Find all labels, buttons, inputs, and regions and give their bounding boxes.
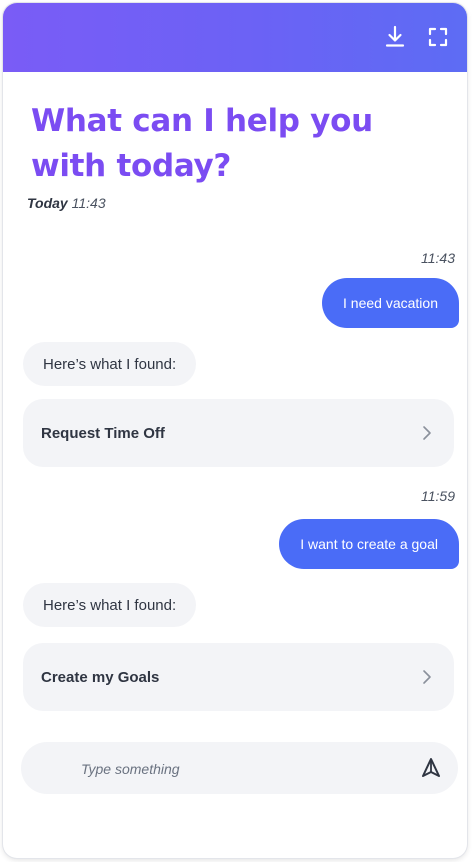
page-title: What can I help you with today? — [31, 103, 373, 184]
date-label: Today — [27, 195, 68, 211]
date-time: 11:43 — [71, 195, 106, 211]
result-card-label: Create my Goals — [41, 668, 160, 686]
message-timestamp: 11:43 — [421, 250, 455, 266]
chat-header — [3, 3, 467, 72]
download-icon — [385, 25, 405, 47]
send-button[interactable] — [419, 756, 443, 780]
date-line: Today 11:43 — [27, 195, 106, 211]
send-icon — [422, 758, 440, 777]
user-message-bubble: I need vacation — [322, 278, 459, 328]
chevron-right-icon — [423, 426, 431, 440]
chevron-right-icon — [423, 670, 431, 684]
result-card-create-goals[interactable]: Create my Goals — [23, 643, 454, 711]
fullscreen-button[interactable] — [424, 23, 452, 51]
result-card-request-time-off[interactable]: Request Time Off — [23, 399, 454, 467]
message-timestamp: 11:59 — [421, 488, 455, 504]
user-message-bubble: I want to create a goal — [279, 519, 459, 569]
fullscreen-icon — [428, 27, 448, 47]
chat-window: What can I help you with today? Today 11… — [3, 3, 467, 858]
bot-message-bubble: Here’s what I found: — [23, 583, 197, 627]
message-input[interactable] — [79, 742, 413, 796]
message-composer — [21, 742, 458, 796]
download-button[interactable] — [381, 23, 409, 51]
bot-message-bubble: Here’s what I found: — [23, 342, 197, 386]
result-card-label: Request Time Off — [41, 424, 165, 442]
